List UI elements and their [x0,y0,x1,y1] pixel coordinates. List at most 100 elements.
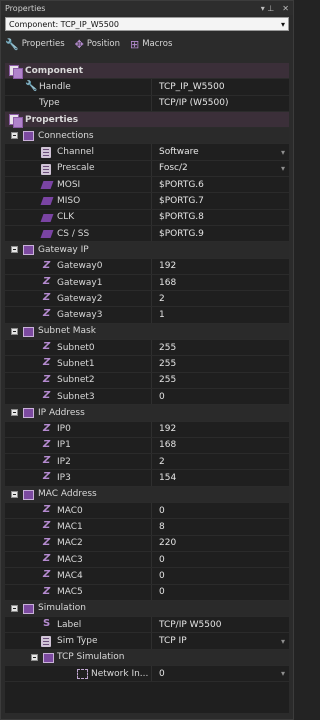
prop-row-simtype[interactable]: Sim Type TCP IP [5,633,289,650]
prop-row-ip0[interactable]: Z IP0 192 [5,421,289,438]
prop-value[interactable]: 255 [155,340,289,355]
collapse-icon[interactable] [11,327,18,335]
prop-row-mac0[interactable]: Z MAC0 0 [5,503,289,520]
prop-value[interactable]: 8 [155,519,289,534]
prop-value[interactable]: 0 [155,568,289,583]
prop-clk-value[interactable]: $PORTG.8 [155,210,289,225]
prop-value[interactable]: 2 [155,454,289,469]
prop-row-gateway2[interactable]: Z Gateway2 2 [5,291,289,308]
prop-row-mac3[interactable]: Z MAC3 0 [5,551,289,569]
prop-simtype-value[interactable]: TCP IP [155,633,289,648]
prop-row-subnet3[interactable]: Z Subnet3 0 [5,388,289,406]
tab-macros[interactable]: ⊞ Macros [130,38,172,51]
collapse-icon[interactable] [31,653,38,661]
prop-label: Subnet0 [57,342,95,353]
prop-row-handle[interactable]: 🔧 Handle TCP_IP_W5500 [5,79,289,96]
prop-row-ip1[interactable]: Z IP1 168 [5,437,289,455]
prop-prescale-label: Prescale [57,163,95,174]
prop-row-miso[interactable]: MISO $PORTG.7 [5,193,289,210]
group-subnet-mask[interactable]: Subnet Mask [5,323,289,341]
collapse-icon[interactable] [11,409,18,417]
tab-properties[interactable]: 🔧 Properties [5,38,65,51]
prop-prescale-value[interactable]: Fosc/2 [155,161,289,176]
prop-value[interactable]: 255 [155,373,289,388]
prop-value[interactable]: 0 [155,585,289,600]
prop-handle-value[interactable]: TCP_IP_W5500 [155,79,289,94]
integer-icon: Z [43,520,51,532]
prop-miso-value[interactable]: $PORTG.7 [155,193,289,208]
prop-value[interactable]: 0 [155,389,289,404]
group-tcp-simulation[interactable]: TCP Simulation [5,649,289,666]
prop-value[interactable]: 255 [155,356,289,371]
group-ip-address[interactable]: IP Address [5,405,289,422]
prop-row-subnet1[interactable]: Z Subnet1 255 [5,356,289,373]
prop-value[interactable]: 0 [155,503,289,518]
prop-row-ip3[interactable]: Z IP3 154 [5,470,289,487]
prop-value[interactable]: 0 [155,552,289,567]
prop-value[interactable]: 168 [155,438,289,453]
section-properties-title: Properties [25,114,79,125]
prop-value[interactable]: 1 [155,307,289,322]
prop-row-label[interactable]: S Label TCP/IP W5500 [5,617,289,634]
integer-icon: Z [43,259,51,271]
prop-row-channel[interactable]: Channel Software [5,144,289,161]
collapse-icon[interactable] [11,246,18,254]
prop-mosi-value[interactable]: $PORTG.6 [155,177,289,192]
pin-icon [40,181,54,190]
properties-icon [9,113,23,128]
prop-row-subnet2[interactable]: Z Subnet2 255 [5,372,289,389]
list-icon [41,636,51,648]
prop-row-mac5[interactable]: Z MAC5 0 [5,584,289,601]
prop-value[interactable]: 2 [155,291,289,306]
prop-value[interactable]: 168 [155,275,289,290]
prop-label: Subnet1 [57,358,95,369]
group-simulation[interactable]: Simulation [5,600,289,618]
tab-position[interactable]: ✥ Position [75,38,120,51]
prop-row-gateway0[interactable]: Z Gateway0 192 [5,258,289,275]
prop-channel-value[interactable]: Software [155,144,289,159]
prop-row-clk[interactable]: CLK $PORTG.8 [5,209,289,226]
prop-label: Gateway3 [57,310,103,321]
prop-row-mosi[interactable]: MOSI $PORTG.6 [5,177,289,194]
prop-cs-value[interactable]: $PORTG.9 [155,226,289,241]
prop-label: IP1 [57,440,71,451]
chevron-down-icon[interactable]: ▾ [281,20,285,29]
integer-icon: Z [43,357,51,369]
prop-value[interactable]: 154 [155,470,289,485]
prop-row-prescale[interactable]: Prescale Fosc/2 [5,160,289,178]
collapse-icon[interactable] [11,132,18,140]
prop-value[interactable]: 192 [155,422,289,437]
section-component[interactable]: Component [5,63,289,80]
integer-icon: Z [43,585,51,597]
prop-row-mac4[interactable]: Z MAC4 0 [5,568,289,585]
group-connections[interactable]: Connections [5,128,289,145]
group-icon [23,489,34,500]
properties-panel: Properties ▾ ⊥ ✕ Component: TCP_IP_W5500… [0,0,294,720]
prop-label-value[interactable]: TCP/IP W5500 [155,617,289,632]
component-select[interactable]: Component: TCP_IP_W5500 ▾ [5,17,289,31]
group-icon [23,245,34,256]
prop-row-cs[interactable]: CS / SS $PORTG.9 [5,225,289,243]
collapse-icon[interactable] [11,490,18,498]
prop-network-value[interactable]: 0 [155,666,289,681]
group-gateway-ip[interactable]: Gateway IP [5,242,289,259]
prop-value[interactable]: 192 [155,259,289,274]
section-properties[interactable]: Properties [5,111,289,129]
close-icon[interactable]: ✕ [282,4,289,13]
prop-row-mac1[interactable]: Z MAC1 8 [5,519,289,536]
prop-row-subnet0[interactable]: Z Subnet0 255 [5,340,289,357]
integer-icon: Z [43,422,51,434]
prop-row-type[interactable]: Type TCP/IP (W5500) [5,95,289,112]
prop-row-gateway3[interactable]: Z Gateway3 1 [5,307,289,324]
prop-row-ip2[interactable]: Z IP2 2 [5,454,289,471]
group-mac-address[interactable]: MAC Address [5,486,289,504]
group-icon [43,652,54,663]
prop-row-mac2[interactable]: Z MAC2 220 [5,535,289,552]
prop-row-network[interactable]: Network In... 0 [5,665,289,683]
group-icon [23,131,34,142]
collapse-icon[interactable] [11,604,18,612]
prop-value[interactable]: 220 [155,536,289,551]
prop-row-gateway1[interactable]: Z Gateway1 168 [5,274,289,292]
group-mac-title: MAC Address [38,489,97,500]
pin-icon[interactable]: ▾ ⊥ [261,4,275,13]
